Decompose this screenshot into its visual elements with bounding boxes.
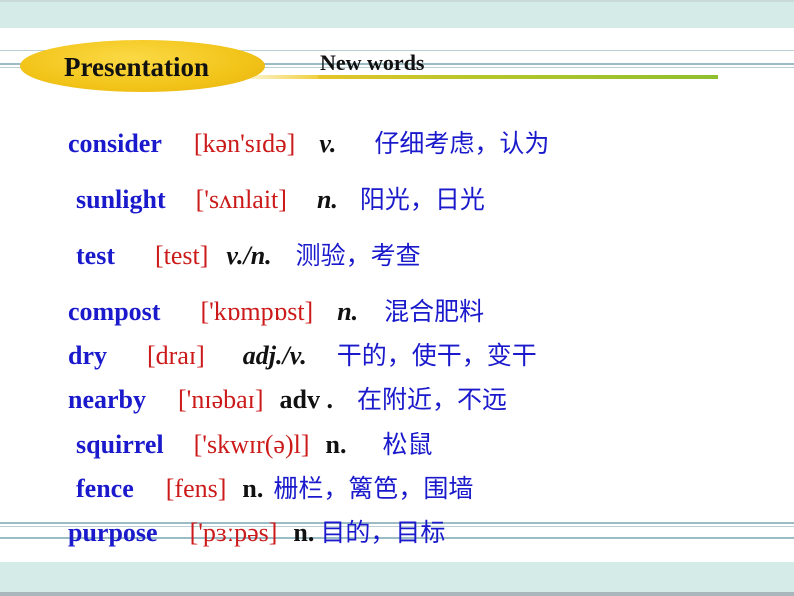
vocab-word: test xyxy=(76,241,115,270)
vocab-word: nearby xyxy=(68,385,146,414)
vocab-word: consider xyxy=(68,129,162,158)
vocab-meaning: 混合肥料 xyxy=(384,297,485,326)
vocab-pos: n. xyxy=(316,185,338,214)
vocab-word: compost xyxy=(68,297,161,326)
vocab-row-purpose: purpose ['pɜːpəs] n. 目的，目标 xyxy=(68,518,445,548)
vocab-word: dry xyxy=(68,341,107,370)
vocab-phonetic: ['pɜːpəs] xyxy=(189,518,278,547)
vocab-pos: adv . xyxy=(279,385,333,414)
presentation-badge: Presentation xyxy=(20,40,265,92)
vocab-pos: n. xyxy=(325,430,347,459)
vocab-word: sunlight xyxy=(76,185,166,214)
vocab-phonetic: [fens] xyxy=(165,474,227,503)
vocab-phonetic: ['skwɪr(ə)l] xyxy=(193,430,310,459)
bottom-decorative-edge xyxy=(0,592,794,596)
vocab-word: fence xyxy=(76,474,134,503)
top-decorative-band xyxy=(0,0,794,28)
vocab-row-test: test [test] v./n. 测验，考查 xyxy=(76,241,421,271)
vocab-meaning: 目的，目标 xyxy=(320,518,446,547)
vocab-word: squirrel xyxy=(76,430,164,459)
vocab-pos: n. xyxy=(242,474,264,503)
vocab-meaning: 测验，考查 xyxy=(295,241,421,270)
vocab-row-squirrel: squirrel ['skwɪr(ə)l] n. 松鼠 xyxy=(76,430,432,460)
vocab-pos: n. xyxy=(337,297,359,326)
section-title: New words xyxy=(320,50,425,75)
vocab-word: purpose xyxy=(68,518,158,547)
vocab-row-dry: dry [draɪ] adj./v. 干的，使干，变干 xyxy=(68,341,537,371)
vocab-pos: v./n. xyxy=(226,241,272,270)
vocab-pos: v. xyxy=(319,129,337,158)
bottom-decorative-band xyxy=(0,562,794,592)
vocab-pos: adj./v. xyxy=(242,341,307,370)
vocab-phonetic: [test] xyxy=(154,241,209,270)
vocab-row-sunlight: sunlight ['sʌnlait] n. 阳光，日光 xyxy=(76,185,485,215)
vocab-meaning: 仔细考虑，认为 xyxy=(374,129,550,158)
vocab-meaning: 阳光，日光 xyxy=(359,185,485,214)
vocab-meaning: 栅栏，篱笆，围墙 xyxy=(273,474,474,503)
vocab-phonetic: ['kɒmpɒst] xyxy=(200,297,314,326)
vocab-pos: n. xyxy=(293,518,315,547)
vocab-meaning: 干的，使干，变干 xyxy=(336,341,537,370)
vocab-phonetic: ['sʌnlait] xyxy=(195,185,287,214)
vocab-meaning: 松鼠 xyxy=(382,430,433,459)
vocab-row-consider: consider [kən'sɪdə] v. 仔细考虑，认为 xyxy=(68,129,549,159)
vocab-row-compost: compost ['kɒmpɒst] n. 混合肥料 xyxy=(68,297,484,327)
presentation-badge-label: Presentation xyxy=(64,51,209,82)
vocab-row-nearby: nearby ['nɪəbaɪ] adv . 在附近，不远 xyxy=(68,385,507,415)
vocab-meaning: 在附近，不远 xyxy=(357,385,508,414)
vocab-phonetic: [draɪ] xyxy=(147,341,205,370)
vocab-phonetic: [kən'sɪdə] xyxy=(193,129,296,158)
vocab-row-fence: fence [fens] n. 栅栏，篱笆，围墙 xyxy=(76,474,473,504)
vocab-phonetic: ['nɪəbaɪ] xyxy=(178,385,264,414)
